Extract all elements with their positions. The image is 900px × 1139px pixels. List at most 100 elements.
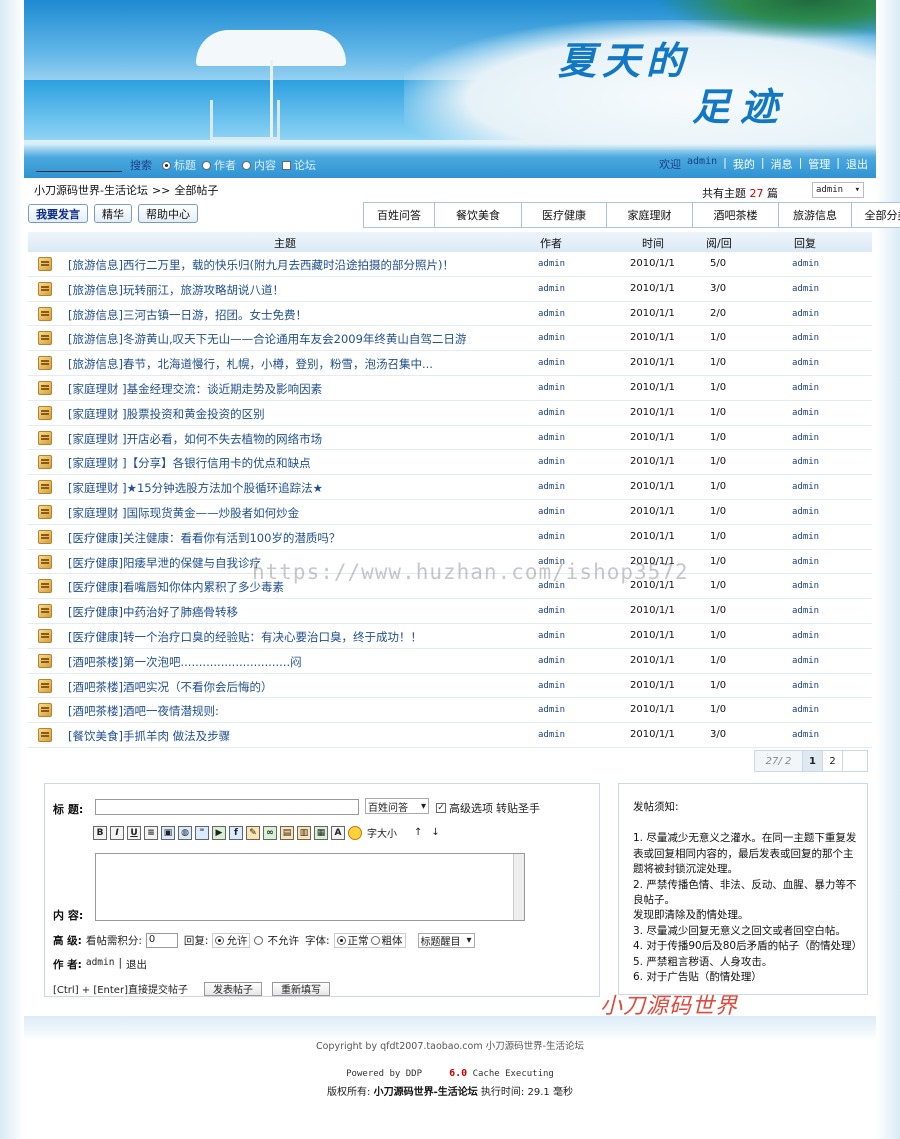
topic-subject-link[interactable]: [旅游信息]春节，北海道慢行，札幌，小樽，登别，粉雪，泡汤召集中... — [68, 356, 433, 372]
search-option-title[interactable]: 标题 — [162, 157, 196, 173]
topic-author[interactable]: admin — [538, 631, 565, 641]
topic-title[interactable]: 冬游黄山,叹天下无山——合论通用车友会2009年终黄山自驾二日游 — [123, 332, 466, 346]
topic-category[interactable]: [酒吧茶楼] — [68, 655, 123, 669]
code-icon[interactable]: ▥ — [297, 825, 311, 840]
topic-row[interactable]: [酒吧茶楼]酒吧一夜情潜规则: admin 2010/1/1 1/0 admin — [28, 698, 872, 724]
topic-subject-link[interactable]: [家庭理财 ]基金经理交流：谈近期走势及影响因素 — [68, 381, 322, 397]
topic-row[interactable]: [医疗健康]转一个治疗口臭的经验贴：有决心要治口臭，终于成功！！ admin 201… — [28, 624, 872, 649]
nav-link-admin[interactable]: 管理 — [808, 156, 830, 172]
topic-author[interactable]: admin — [538, 333, 565, 343]
topic-title[interactable]: ★15分钟选股方法加个股循环追踪法★ — [127, 481, 323, 495]
topic-subject-link[interactable]: [酒吧茶楼]酒吧实况（不看你会后悔的） — [68, 679, 272, 695]
search-option-content[interactable]: 内容 — [242, 157, 276, 173]
topic-row[interactable]: [家庭理财 ]股票投资和黄金投资的区别 admin 2010/1/1 1/0 admin — [28, 401, 872, 426]
tab-finance[interactable]: 家庭理财 — [607, 202, 693, 228]
username-link[interactable]: admin — [687, 156, 717, 172]
topic-row[interactable]: [医疗健康]中药治好了肺癌骨转移 admin 2010/1/1 1/0 admin — [28, 599, 872, 624]
reply-disallow-radio[interactable] — [254, 936, 264, 945]
topic-author[interactable]: admin — [538, 730, 565, 740]
topic-title[interactable]: 酒吧实况（不看你会后悔的） — [123, 680, 273, 694]
tab-food[interactable]: 餐饮美食 — [435, 202, 522, 228]
content-textarea[interactable] — [95, 853, 525, 921]
topic-title[interactable]: 国际现货黄金——炒股者如何炒金 — [127, 506, 300, 520]
topic-subject-link[interactable]: [家庭理财 ]【分享】各银行信用卡的优点和缺点 — [68, 455, 311, 471]
topic-title[interactable]: 西行二万里，载的快乐归(附九月去西藏时沿途拍摄的部分照片)！ — [123, 258, 454, 272]
topic-row[interactable]: [家庭理财 ]开店必看，如何不失去植物的网络市场 admin 2010/1/1 1/0… — [28, 426, 872, 451]
topic-author[interactable]: admin — [538, 433, 565, 443]
topic-row[interactable]: [家庭理财 ]基金经理交流：谈近期走势及影响因素 admin 2010/1/1 1/0… — [28, 376, 872, 401]
tab-bar[interactable]: 酒吧茶楼 — [693, 202, 779, 228]
search-input[interactable] — [36, 158, 122, 172]
globe-icon[interactable]: ◍ — [178, 825, 192, 840]
highlight-icon[interactable]: ✎ — [246, 825, 260, 840]
topic-subject-link[interactable]: [餐饮美食]手抓羊肉 做法及步骤 — [68, 728, 230, 744]
title-input[interactable] — [95, 799, 359, 815]
topic-title[interactable]: 【分享】各银行信用卡的优点和缺点 — [127, 456, 311, 470]
topic-last-reply[interactable]: admin — [792, 383, 819, 393]
topic-category[interactable]: [旅游信息] — [68, 283, 123, 297]
image-icon[interactable]: ▣ — [161, 825, 175, 840]
topic-row[interactable]: [旅游信息]三河古镇一日游，招团。女士免费！ admin 2010/1/1 2/0 ad… — [28, 302, 872, 327]
topic-subject-link[interactable]: [旅游信息]冬游黄山,叹天下无山——合论通用车友会2009年终黄山自驾二日游 — [68, 331, 466, 347]
topic-category[interactable]: [家庭理财 ] — [68, 407, 127, 421]
tab-all[interactable]: 全部分类 — [852, 202, 900, 228]
topic-last-reply[interactable]: admin — [792, 557, 819, 567]
topic-author[interactable]: admin — [538, 358, 565, 368]
topic-subject-link[interactable]: [酒吧茶楼]酒吧一夜情潜规则: — [68, 703, 219, 719]
reset-button[interactable]: 重新填写 — [271, 981, 330, 996]
topic-title[interactable]: 酒吧一夜情潜规则: — [123, 704, 219, 718]
topic-author[interactable]: admin — [538, 408, 565, 418]
help-center-button[interactable]: 帮助中心 — [138, 204, 198, 223]
topic-category[interactable]: [酒吧茶楼] — [68, 680, 123, 694]
topic-category[interactable]: [家庭理财 ] — [68, 481, 127, 495]
font-color-icon[interactable]: A — [331, 825, 345, 840]
italic-icon[interactable]: I — [110, 825, 124, 840]
emoticon-icon[interactable] — [348, 825, 362, 840]
table-icon[interactable]: ▦ — [314, 825, 328, 840]
align-icon[interactable]: ≡ — [144, 825, 158, 840]
topic-last-reply[interactable]: admin — [792, 309, 819, 319]
topic-title[interactable]: 开店必看，如何不失去植物的网络市场 — [127, 432, 323, 446]
topic-category[interactable]: [餐饮美食] — [68, 729, 123, 743]
search-button[interactable]: 搜索 — [130, 157, 152, 173]
arrow-down-icon[interactable]: ↓ — [431, 827, 439, 838]
page-next[interactable]: 2 — [823, 751, 843, 771]
topic-category[interactable]: [医疗健康] — [68, 556, 123, 570]
flash-icon[interactable]: f — [229, 825, 243, 840]
link-icon[interactable]: ∞ — [263, 825, 277, 840]
category-select[interactable]: 百姓问答 ▾ — [365, 798, 429, 814]
topic-author[interactable]: admin — [538, 705, 565, 715]
user-select[interactable]: admin ▾ — [812, 182, 864, 198]
topic-author[interactable]: admin — [538, 383, 565, 393]
topic-row[interactable]: [家庭理财 ]国际现货黄金——炒股者如何炒金 admin 2010/1/1 1/0 ad… — [28, 500, 872, 525]
topic-subject-link[interactable]: [旅游信息]三河古镇一日游，招团。女士免费！ — [68, 307, 307, 323]
topic-last-reply[interactable]: admin — [792, 507, 819, 517]
topic-last-reply[interactable]: admin — [792, 631, 819, 641]
topic-author[interactable]: admin — [538, 284, 565, 294]
topic-last-reply[interactable]: admin — [792, 284, 819, 294]
topic-title[interactable]: 三河古镇一日游，招团。女士免费！ — [123, 308, 307, 322]
topic-author[interactable]: admin — [538, 656, 565, 666]
topic-row[interactable]: [旅游信息]玩转丽江，旅游攻略胡说八道！ admin 2010/1/1 3/0 admi… — [28, 277, 872, 302]
topic-row[interactable]: [餐饮美食]手抓羊肉 做法及步骤 admin 2010/1/1 3/0 admin — [28, 723, 872, 748]
topic-author[interactable]: admin — [538, 457, 565, 467]
media-icon[interactable]: ▶ — [212, 825, 226, 840]
topic-title[interactable]: 手抓羊肉 做法及步骤 — [123, 729, 230, 743]
topic-title[interactable]: 股票投资和黄金投资的区别 — [127, 407, 265, 421]
topic-subject-link[interactable]: [旅游信息]玩转丽江，旅游攻略胡说八道！ — [68, 282, 284, 298]
topic-author[interactable]: admin — [538, 309, 565, 319]
topic-row[interactable]: [酒吧茶楼]第一次泡吧.............................… — [28, 649, 872, 674]
tab-travel[interactable]: 旅游信息 — [779, 202, 852, 228]
underline-icon[interactable]: U — [127, 825, 141, 840]
topic-last-reply[interactable]: admin — [792, 333, 819, 343]
tab-health[interactable]: 医疗健康 — [522, 202, 607, 228]
topic-author[interactable]: admin — [538, 482, 565, 492]
convert-link[interactable]: 转贴圣手 — [496, 800, 540, 816]
topic-last-reply[interactable]: admin — [792, 457, 819, 467]
topic-author[interactable]: admin — [538, 532, 565, 542]
paste-icon[interactable]: ▤ — [280, 825, 294, 840]
topic-author[interactable]: admin — [538, 507, 565, 517]
topic-subject-link[interactable]: [医疗健康]关注健康：看看你有活到100岁的潜质吗？ — [68, 530, 340, 546]
topic-subject-link[interactable]: [旅游信息]西行二万里，载的快乐归(附九月去西藏时沿途拍摄的部分照片)！ — [68, 257, 454, 273]
topic-subject-link[interactable]: [家庭理财 ]股票投资和黄金投资的区别 — [68, 406, 265, 422]
